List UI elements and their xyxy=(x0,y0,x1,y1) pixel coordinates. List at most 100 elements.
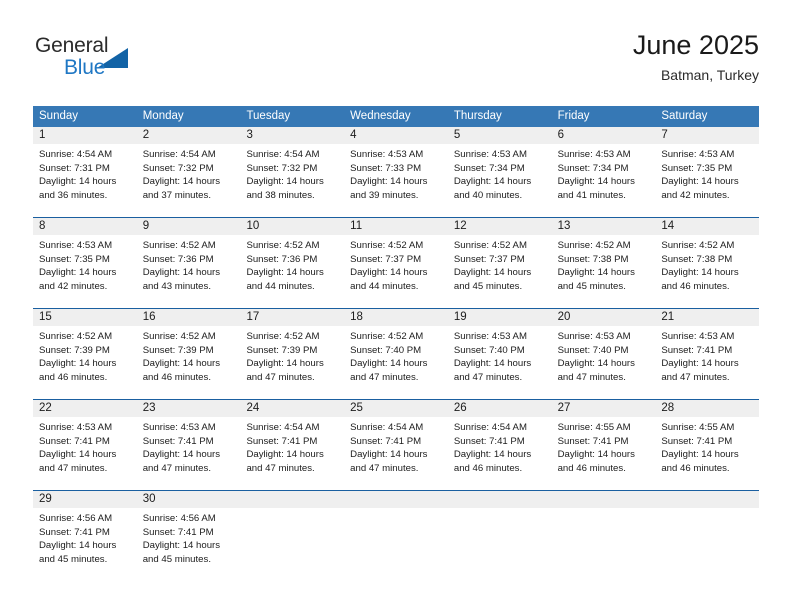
sunrise-text: Sunrise: 4:52 AM xyxy=(246,240,320,251)
sunrise-text: Sunrise: 4:53 AM xyxy=(661,149,735,160)
calendar-day-cell[interactable]: 25 Sunrise: 4:54 AM Sunset: 7:41 PM Dayligh… xyxy=(344,400,448,490)
daylight-text: Daylight: 14 hours and 37 minutes. xyxy=(142,176,221,201)
calendar-day-cell[interactable]: 5 Sunrise: 4:53 AM Sunset: 7:34 PM Daylight… xyxy=(447,127,552,217)
title-block: June 2025 Batman, Turkey xyxy=(633,28,759,85)
weekday-header-wednesday: Wednesday xyxy=(350,110,411,122)
sunset-text: Sunset: 7:41 PM xyxy=(350,435,422,447)
calendar-day-cell[interactable]: 4 Sunrise: 4:53 AM Sunset: 7:33 PM Daylight… xyxy=(344,127,448,217)
daylight-text: Daylight: 14 hours and 47 minutes. xyxy=(246,449,324,474)
day-number: 15 xyxy=(33,309,137,326)
day-number xyxy=(447,491,552,508)
calendar-day-cell[interactable]: 17 Sunrise: 4:52 AM Sunset: 7:39 PM Dayligh… xyxy=(240,309,345,399)
sunrise-text: Sunrise: 4:53 AM xyxy=(350,149,424,160)
day-sun-info: Sunrise: 4:52 AM Sunset: 7:39 PM Daylight:… xyxy=(137,326,241,384)
day-number: 22 xyxy=(33,400,137,417)
calendar-day-cell[interactable]: 16 Sunrise: 4:52 AM Sunset: 7:39 PM Dayligh… xyxy=(136,309,241,399)
sunrise-text: Sunrise: 4:54 AM xyxy=(453,422,527,433)
sunset-text: Sunset: 7:39 PM xyxy=(39,344,110,356)
day-sun-info: Sunrise: 4:54 AM Sunset: 7:41 PM Daylight:… xyxy=(344,417,448,475)
calendar-day-cell[interactable]: 1 Sunrise: 4:54 AM Sunset: 7:31 PM Daylight… xyxy=(33,127,137,217)
day-number: 7 xyxy=(655,127,760,144)
sunset-text: Sunset: 7:36 PM xyxy=(142,253,214,265)
day-number xyxy=(240,491,345,508)
day-number: 29 xyxy=(33,491,137,508)
day-sun-info: Sunrise: 4:52 AM Sunset: 7:36 PM Daylight:… xyxy=(240,235,344,293)
daylight-text: Daylight: 14 hours and 38 minutes. xyxy=(246,176,324,201)
sunset-text: Sunset: 7:39 PM xyxy=(246,344,318,356)
sunset-text: Sunset: 7:41 PM xyxy=(661,344,733,356)
calendar-day-cell[interactable]: 7 Sunrise: 4:53 AM Sunset: 7:35 PM Daylight… xyxy=(655,127,760,217)
calendar-week-row: 29 Sunrise: 4:56 AM Sunset: 7:41 PM Dayligh… xyxy=(33,490,760,581)
calendar-day-cell[interactable]: 9 Sunrise: 4:52 AM Sunset: 7:36 PM Daylight… xyxy=(136,218,241,308)
daylight-text: Daylight: 14 hours and 47 minutes. xyxy=(142,449,221,474)
day-sun-info: Sunrise: 4:52 AM Sunset: 7:37 PM Daylight:… xyxy=(448,235,552,293)
day-number: 6 xyxy=(551,127,656,144)
calendar-day-cell[interactable]: 27 Sunrise: 4:55 AM Sunset: 7:41 PM Dayligh… xyxy=(551,400,656,490)
sunset-text: Sunset: 7:40 PM xyxy=(557,344,629,356)
daylight-text: Daylight: 14 hours and 46 minutes. xyxy=(142,358,221,383)
day-sun-info: Sunrise: 4:52 AM Sunset: 7:36 PM Daylight:… xyxy=(137,235,241,293)
calendar-day-cell[interactable]: 6 Sunrise: 4:53 AM Sunset: 7:34 PM Daylight… xyxy=(551,127,656,217)
calendar-day-cell[interactable]: 15 Sunrise: 4:52 AM Sunset: 7:39 PM Dayligh… xyxy=(33,309,137,399)
day-sun-info: Sunrise: 4:52 AM Sunset: 7:40 PM Daylight:… xyxy=(344,326,448,384)
daylight-text: Daylight: 14 hours and 43 minutes. xyxy=(142,267,221,292)
day-sun-info: Sunrise: 4:54 AM Sunset: 7:32 PM Daylight:… xyxy=(137,144,241,202)
calendar-day-cell[interactable]: 28 Sunrise: 4:55 AM Sunset: 7:41 PM Dayligh… xyxy=(655,400,760,490)
brand-name-blue: Blue xyxy=(64,56,106,79)
calendar-day-cell-empty xyxy=(551,491,656,581)
day-number: 2 xyxy=(136,127,241,144)
daylight-text: Daylight: 14 hours and 46 minutes. xyxy=(39,358,117,383)
calendar-day-cell[interactable]: 18 Sunrise: 4:52 AM Sunset: 7:40 PM Dayligh… xyxy=(344,309,448,399)
calendar-day-cell-empty xyxy=(655,491,760,581)
calendar-day-cell[interactable]: 21 Sunrise: 4:53 AM Sunset: 7:41 PM Dayligh… xyxy=(655,309,760,399)
page-title: June 2025 xyxy=(632,30,759,60)
day-sun-info: Sunrise: 4:52 AM Sunset: 7:37 PM Daylight:… xyxy=(344,235,448,293)
sunrise-text: Sunrise: 4:54 AM xyxy=(246,422,320,433)
calendar-day-cell[interactable]: 22 Sunrise: 4:53 AM Sunset: 7:41 PM Dayligh… xyxy=(33,400,137,490)
sunrise-text: Sunrise: 4:52 AM xyxy=(453,240,527,251)
daylight-text: Daylight: 14 hours and 47 minutes. xyxy=(350,449,428,474)
calendar-week-row: 15 Sunrise: 4:52 AM Sunset: 7:39 PM Dayligh… xyxy=(33,308,760,399)
sunset-text: Sunset: 7:31 PM xyxy=(39,162,110,174)
day-number: 17 xyxy=(240,309,345,326)
sunrise-text: Sunrise: 4:52 AM xyxy=(350,240,424,251)
day-number: 30 xyxy=(136,491,241,508)
weekday-header-monday: Monday xyxy=(142,110,184,122)
sunrise-text: Sunrise: 4:54 AM xyxy=(39,149,113,160)
calendar-day-cell[interactable]: 23 Sunrise: 4:53 AM Sunset: 7:41 PM Dayligh… xyxy=(136,400,241,490)
calendar-day-cell[interactable]: 2 Sunrise: 4:54 AM Sunset: 7:32 PM Daylight… xyxy=(136,127,241,217)
calendar-day-cell[interactable]: 29 Sunrise: 4:56 AM Sunset: 7:41 PM Dayligh… xyxy=(33,491,137,581)
brand-logo[interactable]: General Blue xyxy=(35,34,165,90)
calendar-week-row: 8 Sunrise: 4:53 AM Sunset: 7:35 PM Daylight… xyxy=(33,217,760,308)
sunrise-text: Sunrise: 4:52 AM xyxy=(142,240,216,251)
sunrise-text: Sunrise: 4:53 AM xyxy=(39,422,113,433)
daylight-text: Daylight: 14 hours and 45 minutes. xyxy=(453,267,532,292)
calendar-day-cell[interactable]: 12 Sunrise: 4:52 AM Sunset: 7:37 PM Dayligh… xyxy=(447,218,552,308)
sunrise-text: Sunrise: 4:52 AM xyxy=(661,240,735,251)
calendar-day-cell[interactable]: 11 Sunrise: 4:52 AM Sunset: 7:37 PM Dayligh… xyxy=(344,218,448,308)
sunrise-text: Sunrise: 4:56 AM xyxy=(142,513,216,524)
calendar-day-cell[interactable]: 19 Sunrise: 4:53 AM Sunset: 7:40 PM Dayligh… xyxy=(447,309,552,399)
calendar-day-cell[interactable]: 8 Sunrise: 4:53 AM Sunset: 7:35 PM Daylight… xyxy=(33,218,137,308)
calendar-day-cell[interactable]: 14 Sunrise: 4:52 AM Sunset: 7:38 PM Dayligh… xyxy=(655,218,760,308)
sunrise-text: Sunrise: 4:55 AM xyxy=(557,422,631,433)
day-sun-info: Sunrise: 4:53 AM Sunset: 7:41 PM Daylight:… xyxy=(137,417,241,475)
sunrise-text: Sunrise: 4:52 AM xyxy=(142,331,216,342)
calendar-day-cell[interactable]: 10 Sunrise: 4:52 AM Sunset: 7:36 PM Dayligh… xyxy=(240,218,345,308)
day-sun-info: Sunrise: 4:53 AM Sunset: 7:34 PM Daylight:… xyxy=(552,144,656,202)
calendar-day-cell[interactable]: 3 Sunrise: 4:54 AM Sunset: 7:32 PM Daylight… xyxy=(240,127,345,217)
sunrise-text: Sunrise: 4:53 AM xyxy=(453,149,527,160)
sunrise-text: Sunrise: 4:54 AM xyxy=(142,149,216,160)
calendar-day-cell[interactable]: 26 Sunrise: 4:54 AM Sunset: 7:41 PM Dayligh… xyxy=(447,400,552,490)
day-sun-info: Sunrise: 4:53 AM Sunset: 7:34 PM Daylight:… xyxy=(448,144,552,202)
calendar-day-cell[interactable]: 20 Sunrise: 4:53 AM Sunset: 7:40 PM Dayligh… xyxy=(551,309,656,399)
sunset-text: Sunset: 7:36 PM xyxy=(246,253,318,265)
calendar-day-cell[interactable]: 30 Sunrise: 4:56 AM Sunset: 7:41 PM Dayligh… xyxy=(136,491,241,581)
calendar-day-cell[interactable]: 24 Sunrise: 4:54 AM Sunset: 7:41 PM Dayligh… xyxy=(240,400,345,490)
sunset-text: Sunset: 7:41 PM xyxy=(246,435,318,447)
calendar-day-cell[interactable]: 13 Sunrise: 4:52 AM Sunset: 7:38 PM Dayligh… xyxy=(551,218,656,308)
day-sun-info: Sunrise: 4:53 AM Sunset: 7:35 PM Daylight:… xyxy=(33,235,137,293)
day-sun-info: Sunrise: 4:52 AM Sunset: 7:38 PM Daylight:… xyxy=(655,235,759,293)
daylight-text: Daylight: 14 hours and 47 minutes. xyxy=(246,358,324,383)
weekday-header-sunday: Sunday xyxy=(39,110,79,122)
